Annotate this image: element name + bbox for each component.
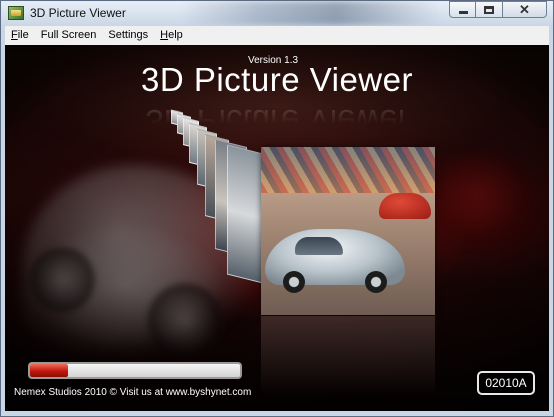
menu-settings-label: Settings	[108, 29, 149, 41]
photo-wheel	[365, 271, 387, 293]
credit-text: Nemex Studios 2010 © Visit us at www.bys…	[14, 387, 252, 398]
close-icon: ✕	[519, 2, 530, 17]
loading-progress-bar	[28, 362, 242, 379]
viewer-canvas[interactable]: Version 1.3 3D Picture Viewer 3D Picture…	[5, 45, 549, 411]
picture-stack	[5, 45, 549, 411]
menu-help-label: elp	[168, 29, 183, 41]
menu-file-label: ile	[17, 29, 29, 41]
close-button[interactable]: ✕	[503, 1, 547, 18]
background-window-ghost	[181, 1, 441, 25]
app-icon[interactable]	[8, 6, 24, 20]
title-bar[interactable]: 3D Picture Viewer ✕	[1, 1, 553, 25]
picture-counter: 02010A	[477, 371, 535, 395]
progress-fill	[30, 364, 68, 377]
menu-file-accel: F	[11, 29, 18, 41]
maximize-button[interactable]	[476, 1, 503, 18]
window-title: 3D Picture Viewer	[30, 6, 126, 20]
current-picture-reflection	[261, 316, 435, 396]
maximize-icon	[484, 6, 494, 14]
menu-help[interactable]: Help	[154, 26, 189, 45]
photo-red-car	[379, 193, 431, 219]
minimize-button[interactable]	[449, 1, 476, 18]
menu-settings[interactable]: Settings	[102, 26, 154, 45]
current-picture[interactable]	[261, 147, 435, 315]
caption-buttons: ✕	[449, 1, 547, 19]
window-bottom-border	[5, 411, 549, 416]
stack-thumbnail[interactable]	[227, 144, 263, 284]
menu-help-accel: H	[160, 29, 169, 41]
menu-bar: File Full Screen Settings Help	[5, 26, 549, 45]
menu-full-screen[interactable]: Full Screen	[35, 26, 103, 45]
minimize-icon	[459, 11, 468, 14]
photo-wheel	[283, 271, 305, 293]
photo-festival	[261, 147, 435, 193]
app-window: 3D Picture Viewer ✕ File Full Screen Set…	[0, 0, 554, 417]
menu-full-screen-label: Full Screen	[40, 29, 97, 41]
menu-file[interactable]: File	[5, 26, 35, 45]
